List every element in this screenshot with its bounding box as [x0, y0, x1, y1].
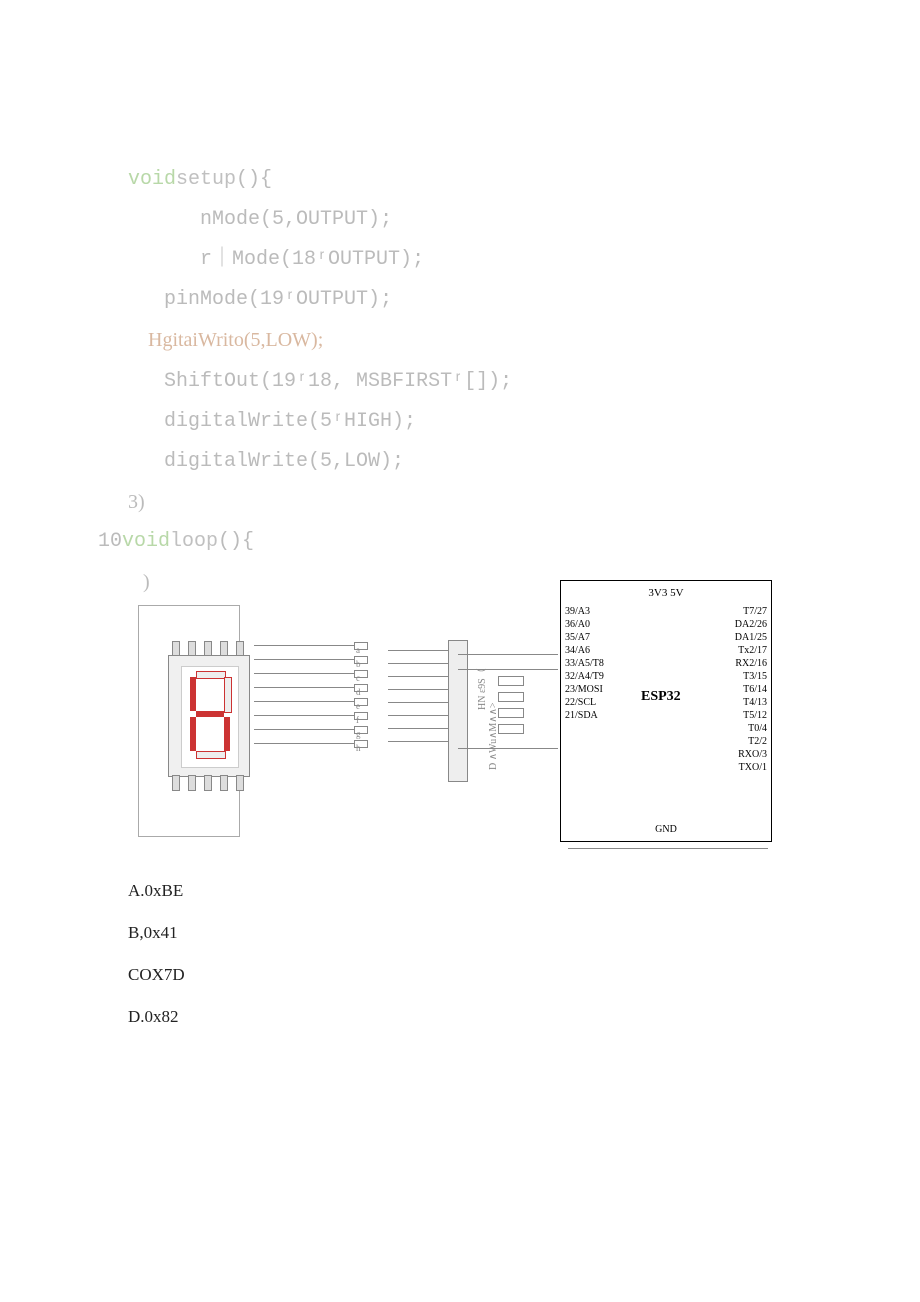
code-block: voidsetup(){ nMode(5,OUTPUT); r｜Mode(18ʳ… [128, 160, 512, 602]
segment-bus [254, 645, 354, 805]
seg-c [224, 717, 230, 751]
option-a: A.0xBE [128, 870, 185, 912]
seven-segment-unit: a b c d e f g h [128, 605, 358, 835]
code-line-3: r｜Mode(18ʳOUTPUT); [128, 240, 512, 280]
digit-body [181, 666, 239, 768]
gnd-label: GND [561, 824, 771, 835]
chip-name: ESP32 [641, 689, 681, 705]
circuit-diagram: a b c d e f g h HN ε9S（ D ∧Wu∧M∧∧> 3V3 5… [128, 580, 768, 840]
code-line-4: pinMode(19ʳOUTPUT); [128, 280, 512, 320]
seg-e [190, 717, 196, 751]
esp-link-wires [458, 640, 558, 780]
option-b: B,0x41 [128, 912, 185, 954]
seg-f [190, 677, 196, 711]
ground-line [568, 848, 768, 849]
code-line-2: nMode(5,OUTPUT); [128, 200, 512, 240]
code-line-1: voidsetup(){ [128, 160, 512, 200]
code-line-9: 3) [128, 482, 512, 522]
resistor-icon [458, 690, 558, 702]
shift-input-wires [388, 650, 448, 770]
seg-a [196, 671, 226, 679]
esp-left-pins: 39/A3 36/A0 35/A7 34/A6 33/A5/T8 32/A4/T… [565, 605, 604, 722]
seg-d [196, 751, 226, 759]
seg-g [196, 711, 224, 717]
fn-setup: setup [176, 168, 236, 191]
pin-row-bottom [168, 775, 248, 789]
answer-options: A.0xBE B,0x41 COX7D D.0x82 [128, 870, 185, 1038]
code-line-5: HgitaiWrito(5,LOW); [128, 320, 512, 362]
option-d: D.0x82 [128, 996, 185, 1038]
seven-segment-chip [168, 655, 250, 777]
resistor-icon [458, 722, 558, 734]
esp32-board: 3V3 5V 39/A3 36/A0 35/A7 34/A6 33/A5/T8 … [560, 580, 772, 842]
resistor-icon [458, 706, 558, 718]
code-line-8: digitalWrite(5,LOW); [128, 442, 512, 482]
code-line-7: digitalWrite(5ʳHIGH); [128, 402, 512, 442]
option-c: COX7D [128, 954, 185, 996]
kw-void: void [128, 168, 176, 191]
resistor-icon [458, 674, 558, 686]
power-rail: 3V3 5V [561, 587, 771, 599]
seg-b [224, 677, 232, 713]
esp-right-pins: T7/27 DA2/26 DA1/25 Tx2/17 RX2/16 T3/15 … [735, 605, 767, 774]
code-line-10: 10voidloop(){ [98, 522, 512, 562]
code-line-6: ShiftOut(19ʳ18, MSBFIRSTʳ[]); [128, 362, 512, 402]
segment-bus-labels: a b c d e f g h [356, 643, 361, 755]
pin-row-top [168, 641, 248, 655]
